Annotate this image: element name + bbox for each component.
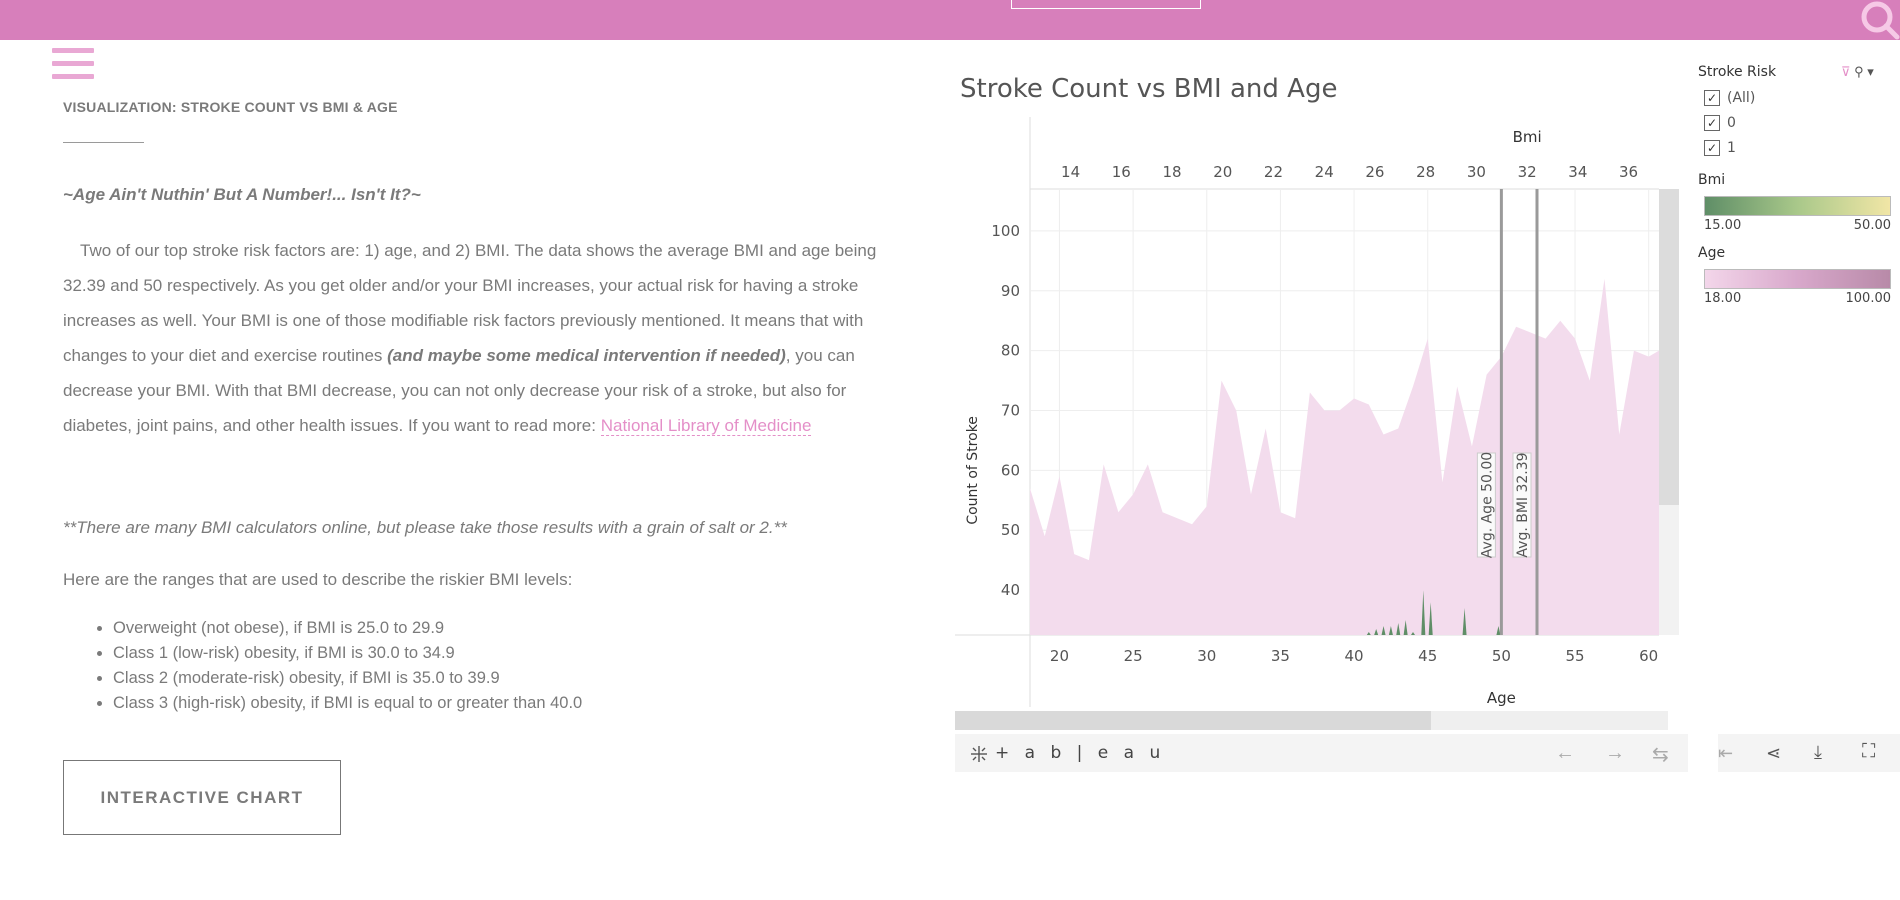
search-icon[interactable]: ⚲ (1854, 64, 1864, 79)
y-tick-label: 70 (1001, 402, 1020, 420)
redo-icon[interactable]: → (1605, 742, 1625, 765)
filter-option-label: (All) (1727, 89, 1756, 106)
x-tick-label: 45 (1418, 647, 1437, 665)
body-paragraph: Two of our top stroke risk factors are: … (63, 233, 885, 443)
bmi-min: 15.00 (1704, 218, 1742, 233)
bmi-max: 50.00 (1853, 218, 1891, 233)
age-range-labels: 18.00 100.00 (1704, 291, 1891, 306)
legend-controls: ⊽ ⚲ ▾ (1841, 64, 1874, 80)
age-legend-title: Age (1698, 245, 1726, 261)
x-tick-label: 25 (1124, 647, 1143, 665)
tableau-wordmark: + a b | e a u (995, 743, 1166, 763)
tableau-logo-icon (971, 746, 987, 762)
filter-option-1[interactable]: ✓ 1 (1698, 135, 1898, 160)
dropdown-icon[interactable]: ▾ (1867, 64, 1874, 79)
list-item: Overweight (not obese), if BMI is 25.0 t… (113, 616, 582, 641)
age-min: 18.00 (1704, 291, 1742, 306)
share-icon[interactable]: ⋖ (1766, 743, 1781, 764)
para-italic: (and maybe some medical intervention if … (387, 346, 786, 365)
hamburger-icon[interactable] (52, 48, 94, 87)
stroke-chart[interactable]: Avg. Age 50.00 Avg. BMI 32.39 40 50 60 70 80 90… (955, 117, 1690, 717)
x-tick-label: 40 (1345, 647, 1364, 665)
search-icon (1861, 1, 1900, 40)
area-series-0 (1030, 278, 1659, 635)
bmi-tick-label: 18 (1162, 163, 1181, 181)
bmi-axis-title: Bmi (1513, 128, 1542, 146)
ranges-intro: Here are the ranges that are used to des… (63, 570, 573, 589)
tableau-toolbar: + a b | e a u ← → ⇆ (955, 734, 1688, 772)
bmi-tick-label: 20 (1213, 163, 1232, 181)
bmi-tick-label: 34 (1568, 163, 1587, 181)
vertical-scrollbar-thumb (1659, 189, 1679, 505)
horizontal-scrollbar[interactable] (955, 711, 1668, 730)
y-tick-label: 50 (1001, 521, 1020, 539)
x-tick-label: 50 (1492, 647, 1511, 665)
x-tick-label: 55 (1565, 647, 1584, 665)
checkbox-icon[interactable]: ✓ (1704, 89, 1720, 106)
header-nav-box[interactable] (1011, 0, 1201, 9)
age-max: 100.00 (1845, 291, 1892, 306)
bmi-color-ramp (1704, 196, 1891, 216)
filter-option-label: 0 (1727, 114, 1736, 131)
download-icon[interactable]: ⤓ (1814, 742, 1822, 763)
revert-icon[interactable]: ⇆ (1652, 742, 1669, 767)
checkbox-icon[interactable]: ✓ (1704, 114, 1720, 131)
y-tick-label: 100 (991, 222, 1020, 240)
list-item: Class 3 (high-risk) obesity, if BMI is e… (113, 691, 582, 716)
count-axis-title: Count of Stroke (965, 416, 981, 525)
tagline: ~Age Ain't Nuthin' But A Number!... Isn'… (63, 185, 421, 204)
top-header-bar (0, 0, 1857, 40)
viz-title: Stroke Count vs BMI and Age (960, 74, 1338, 104)
bmi-tick-label: 32 (1518, 163, 1537, 181)
bmi-tick-label: 36 (1619, 163, 1638, 181)
bmi-tick-label: 16 (1112, 163, 1131, 181)
bmi-tick-label: 26 (1365, 163, 1384, 181)
filter-option-0[interactable]: ✓ 0 (1698, 110, 1898, 135)
reset-icon[interactable]: ⇤ (1718, 743, 1733, 764)
bmi-tick-label: 24 (1315, 163, 1334, 181)
x-tick-label: 60 (1639, 647, 1658, 665)
bmi-legend-title: Bmi (1698, 172, 1726, 188)
x-tick-label: 30 (1197, 647, 1216, 665)
legend-panel: Stroke Risk ✓ (All) ✓ 0 ✓ 1 Bmi 15.00 50.00 … (1698, 64, 1898, 306)
title-divider (63, 142, 144, 143)
y-tick-label: 40 (1001, 581, 1020, 599)
clear-filter-icon[interactable]: ⊽ (1841, 64, 1851, 79)
x-tick-label: 35 (1271, 647, 1290, 665)
bmi-tick-label: 14 (1061, 163, 1080, 181)
list-item: Class 2 (moderate-risk) obesity, if BMI … (113, 666, 582, 691)
bmi-range-labels: 15.00 50.00 (1704, 218, 1891, 233)
checkbox-icon[interactable]: ✓ (1704, 139, 1720, 156)
bmi-note: **There are many BMI calculators online,… (63, 518, 787, 537)
ref-label-age: Avg. Age 50.00 (1479, 452, 1495, 558)
fullscreen-icon[interactable]: ⛶ (1862, 741, 1875, 763)
toolbar-right: ⇤ ⋖ ⤓ ⛶ (1718, 734, 1900, 772)
age-color-ramp (1704, 269, 1891, 289)
section-title: VISUALIZATION: STROKE COUNT VS BMI & AGE (63, 99, 398, 115)
y-tick-label: 90 (1001, 282, 1020, 300)
bmi-tick-label: 30 (1467, 163, 1486, 181)
y-tick-label: 60 (1001, 461, 1020, 479)
undo-icon[interactable]: ← (1555, 742, 1575, 765)
filter-option-label: 1 (1727, 139, 1736, 156)
interactive-chart-button[interactable]: INTERACTIVE CHART (63, 760, 341, 835)
ref-label-bmi: Avg. BMI 32.39 (1515, 452, 1531, 557)
y-tick-label: 80 (1001, 342, 1020, 360)
bmi-tick-label: 22 (1264, 163, 1283, 181)
list-item: Class 1 (low-risk) obesity, if BMI is 30… (113, 641, 582, 666)
national-library-link[interactable]: National Library of Medicine (600, 416, 812, 436)
scrollbar-thumb[interactable] (955, 711, 1431, 730)
filter-option-all[interactable]: ✓ (All) (1698, 85, 1898, 110)
age-axis-title: Age (1487, 689, 1516, 707)
x-tick-label: 20 (1050, 647, 1069, 665)
search-button[interactable] (1857, 0, 1900, 40)
bmi-tick-label: 28 (1416, 163, 1435, 181)
bmi-ranges-list: Overweight (not obese), if BMI is 25.0 t… (63, 616, 582, 716)
